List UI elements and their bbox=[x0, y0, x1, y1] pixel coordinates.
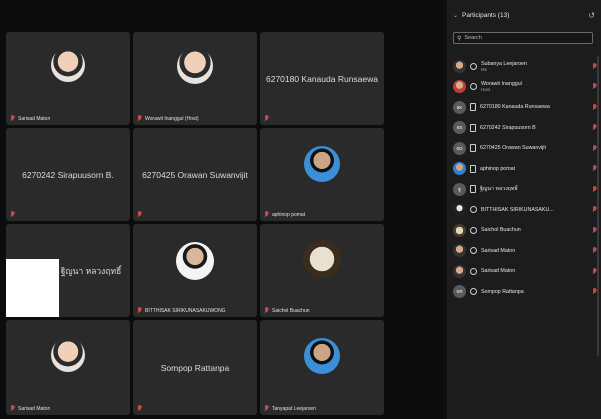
video-off-icon bbox=[470, 123, 476, 132]
video-tile[interactable]: BITTHISAK SIRIKUNASAKUWONG bbox=[133, 224, 257, 317]
video-tile[interactable]: 6270425 Orawan Suwanvijit bbox=[133, 128, 257, 221]
video-off-icon bbox=[470, 206, 477, 213]
video-off-icon bbox=[470, 164, 476, 173]
mic-muted-icon bbox=[10, 211, 15, 218]
participant-row[interactable]: Subanya Leejaroen Me bbox=[453, 56, 597, 76]
panel-header: ⌄ Participants (13) ↺ bbox=[453, 9, 595, 21]
video-off-icon bbox=[470, 144, 476, 152]
mic-muted-icon bbox=[137, 115, 142, 122]
video-tile[interactable]: Sarisad Maton bbox=[6, 320, 130, 415]
participant-name: ฐิญนา หลวงฤทธิ์ bbox=[480, 186, 518, 192]
participant-name: Saichol Buachun bbox=[481, 227, 521, 233]
participant-row[interactable]: 6K 6270180 Kanauda Runsaewa bbox=[453, 97, 597, 117]
participant-avatar bbox=[453, 162, 466, 175]
video-off-icon bbox=[470, 103, 476, 111]
participants-panel: ⌄ Participants (13) ↺ ⚲ Search Subanya L… bbox=[447, 0, 601, 419]
mic-muted-icon bbox=[264, 307, 269, 314]
participant-row[interactable]: 6O 6270425 Orawan Suwanvijit bbox=[453, 138, 597, 158]
panel-title: Participants (13) bbox=[462, 11, 510, 19]
tile-name-label: aphinop pomat bbox=[272, 211, 306, 218]
participant-avatar: SR bbox=[453, 285, 466, 298]
participant-avatar bbox=[453, 264, 466, 278]
search-input[interactable]: ⚲ Search bbox=[453, 32, 593, 44]
tile-center-name: Sompop Rattanpa bbox=[160, 362, 230, 373]
video-off-icon bbox=[470, 62, 477, 70]
video-placeholder bbox=[6, 259, 59, 317]
participant-name: Sarisad Maton bbox=[481, 268, 516, 274]
video-tile[interactable]: 6270180 Kanauda Runsaewa bbox=[260, 32, 384, 125]
participant-row[interactable]: BITTHISAK SIRIKUNASAKU... bbox=[453, 200, 597, 220]
chevron-down-icon[interactable]: ⌄ bbox=[453, 12, 458, 19]
participant-avatar bbox=[303, 240, 341, 278]
participant-name: Sompop Rattanpa bbox=[481, 288, 524, 295]
mic-muted-icon bbox=[137, 211, 142, 218]
participant-avatar bbox=[453, 223, 466, 237]
participant-row[interactable]: Saichol Buachun bbox=[453, 220, 597, 240]
participant-name: 6270425 Orawan Suwanvijit bbox=[480, 145, 546, 151]
participant-avatar: 6O bbox=[453, 141, 466, 155]
search-placeholder: Search bbox=[464, 35, 482, 41]
mic-muted-icon bbox=[264, 211, 269, 218]
video-grid: Sarisad Maton Worawit Inanggul (Host) 62… bbox=[0, 0, 444, 419]
participant-name: Sarisad Maton bbox=[481, 247, 516, 254]
participant-avatar bbox=[51, 338, 85, 372]
participant-row[interactable]: Sarisad Maton bbox=[453, 261, 597, 281]
tile-center-name: 6270180 Kanauda Runsaewa bbox=[265, 73, 378, 84]
participant-name: 6270180 Kanauda Runsaewa bbox=[480, 104, 550, 110]
tile-name-label: Tanyapat Leejaroen bbox=[272, 405, 316, 412]
search-icon: ⚲ bbox=[457, 35, 462, 42]
scrollbar[interactable] bbox=[597, 56, 599, 356]
tile-name-label: Saichol Buachun bbox=[272, 307, 310, 314]
video-off-icon bbox=[470, 226, 477, 234]
participant-row[interactable]: ฐ ฐิญนา หลวงฤทธิ์ bbox=[453, 179, 597, 199]
video-tile[interactable]: Sarisad Maton bbox=[6, 32, 130, 125]
tile-center-name: 6270425 Orawan Suwanvijit bbox=[142, 169, 248, 180]
participant-name: aphinop pomat bbox=[480, 165, 516, 172]
participant-role: Me bbox=[481, 66, 487, 72]
mic-muted-icon bbox=[10, 405, 15, 412]
participant-avatar bbox=[176, 242, 214, 280]
mic-muted-icon bbox=[137, 307, 142, 314]
video-tile[interactable]: Saichol Buachun bbox=[260, 224, 384, 317]
video-tile[interactable]: Sompop Rattanpa bbox=[133, 320, 257, 415]
participant-avatar bbox=[453, 59, 466, 73]
participant-row[interactable]: Worawit Inanggul Host bbox=[453, 77, 597, 97]
tile-name-label: Worawit Inanggul (Host) bbox=[145, 115, 199, 122]
tile-name-label: Sarisad Maton bbox=[18, 115, 51, 122]
participant-name: 6270242 Sirapuusorn B bbox=[480, 124, 536, 131]
participant-avatar bbox=[304, 146, 340, 182]
tile-name-label: BITTHISAK SIRIKUNASAKUWONG bbox=[145, 307, 226, 314]
participant-avatar bbox=[453, 244, 466, 257]
video-off-icon bbox=[470, 83, 477, 90]
participant-avatar bbox=[177, 48, 213, 84]
participant-avatar bbox=[51, 48, 85, 82]
participant-row[interactable]: SR Sompop Rattanpa bbox=[453, 282, 597, 302]
mic-muted-icon bbox=[10, 115, 15, 122]
mic-muted-icon bbox=[264, 405, 269, 412]
participant-avatar: ฐ bbox=[453, 182, 466, 196]
video-tile[interactable]: aphinop pomat bbox=[260, 128, 384, 221]
participant-avatar: 6S bbox=[453, 121, 466, 134]
video-off-icon bbox=[470, 185, 476, 193]
participant-row[interactable]: Sarisad Maton bbox=[453, 241, 597, 261]
video-off-icon bbox=[470, 267, 477, 275]
popout-icon[interactable]: ↺ bbox=[588, 11, 595, 20]
participant-avatar bbox=[304, 338, 340, 374]
participant-name: BITTHISAK SIRIKUNASAKU... bbox=[481, 206, 554, 213]
video-tile[interactable]: Worawit Inanggul (Host) bbox=[133, 32, 257, 125]
tile-center-name: 6270242 Sirapuusorn B. bbox=[22, 169, 114, 180]
participant-avatar bbox=[453, 80, 466, 93]
mic-muted-icon bbox=[264, 115, 269, 122]
mic-muted-icon bbox=[137, 405, 142, 412]
video-off-icon bbox=[470, 288, 477, 295]
participant-row[interactable]: aphinop pomat bbox=[453, 159, 597, 179]
video-tile[interactable]: 6270242 Sirapuusorn B. bbox=[6, 128, 130, 221]
participant-avatar bbox=[453, 203, 466, 216]
video-off-icon bbox=[470, 247, 477, 254]
participant-row[interactable]: 6S 6270242 Sirapuusorn B bbox=[453, 118, 597, 138]
participant-avatar: 6K bbox=[453, 100, 466, 114]
participant-role: Host bbox=[481, 87, 490, 92]
tile-name-label: Sarisad Maton bbox=[18, 405, 51, 412]
video-tile[interactable]: Tanyapat Leejaroen bbox=[260, 320, 384, 415]
